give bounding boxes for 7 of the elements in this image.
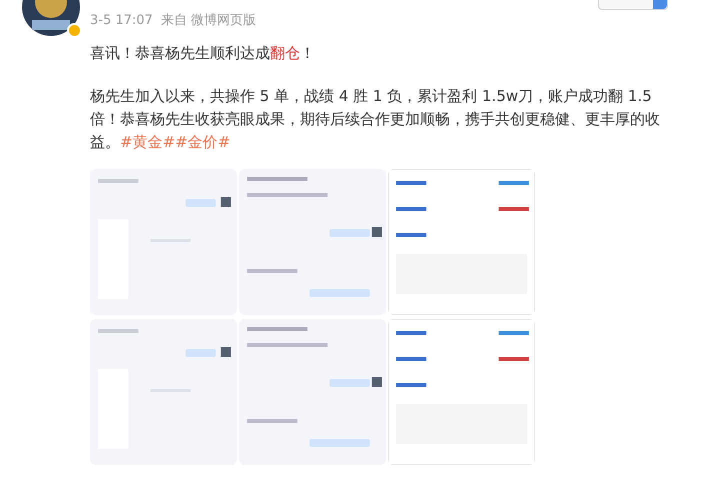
headline: 喜讯！恭喜杨先生顺利达成翻仓！ — [90, 43, 316, 64]
hashtag-link[interactable]: #金价# — [175, 132, 230, 150]
source-label: 来自 — [160, 12, 187, 30]
post-body: 杨先生加入以来，共操作 5 单，战绩 4 胜 1 负，累计盈利 1.5w刀，账户成功翻 1.5 倍！恭喜杨先生收获亮眼成果，期待后续合作更加顺畅，携手共创更稳健、更丰厚的收益。#黄金##金价# — [90, 86, 660, 152]
source-link[interactable]: 微博网页版 — [190, 11, 256, 31]
hashtag-link[interactable]: #黄金# — [120, 132, 176, 150]
post-time: 3-5 17:07 — [90, 12, 153, 30]
